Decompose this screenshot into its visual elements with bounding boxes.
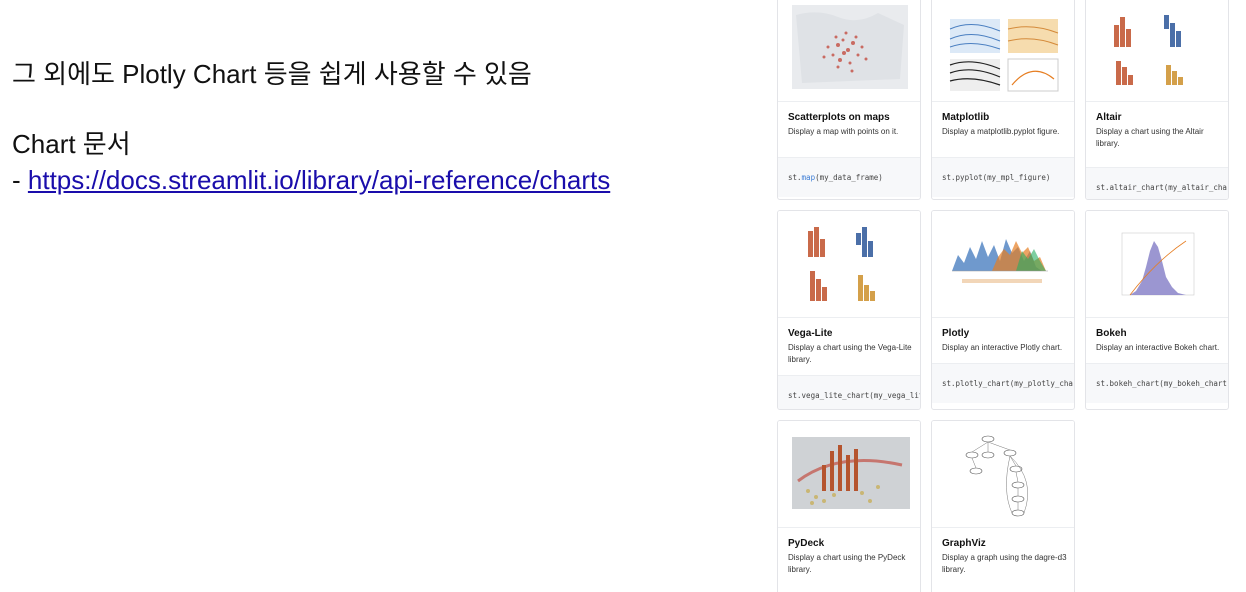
- chart-cards-grid: Scatterplots on maps Display a map with …: [776, 0, 1246, 592]
- slide-text: 그 외에도 Plotly Chart 등을 쉽게 사용할 수 있음 Chart …: [12, 56, 752, 198]
- dash-prefix: -: [12, 165, 28, 195]
- charts-doc-link[interactable]: https://docs.streamlit.io/library/api-re…: [28, 165, 610, 195]
- plotly-thumbnail: [932, 211, 1074, 318]
- card-code-snippet: st.map(my_data_frame): [778, 157, 920, 197]
- card-description: Display a chart using the Altair library…: [1096, 127, 1204, 148]
- card-pydeck[interactable]: PyDeck Display a chart using the PyDeck …: [777, 420, 921, 592]
- card-bokeh[interactable]: Bokeh Display an interactive Bokeh chart…: [1085, 210, 1229, 410]
- card-title: Scatterplots on maps: [788, 112, 890, 123]
- card-title: Altair: [1096, 112, 1122, 123]
- card-vega-lite[interactable]: Vega-Lite Display a chart using the Vega…: [777, 210, 921, 410]
- card-description: Display an interactive Bokeh chart.: [1096, 343, 1220, 352]
- card-graphviz[interactable]: GraphViz Display a graph using the dagre…: [931, 420, 1075, 592]
- pydeck-thumbnail: [778, 421, 920, 528]
- slide-line-plotly: 그 외에도 Plotly Chart 등을 쉽게 사용할 수 있음: [12, 59, 532, 89]
- card-code-snippet: st.pyplot(my_mpl_figure): [932, 157, 1074, 197]
- card-scatterplots-on-maps[interactable]: Scatterplots on maps Display a map with …: [777, 0, 921, 200]
- vega-lite-thumbnail: [778, 211, 920, 318]
- card-code-snippet: st.plotly_chart(my_plotly_chart): [932, 363, 1074, 403]
- card-code-snippet: st.bokeh_chart(my_bokeh_chart): [1086, 363, 1228, 403]
- card-plotly[interactable]: Plotly Display an interactive Plotly cha…: [931, 210, 1075, 410]
- card-description: Display a map with points on it.: [788, 127, 899, 136]
- card-altair[interactable]: Altair Display a chart using the Altair …: [1085, 0, 1229, 200]
- matplotlib-thumbnail: [932, 0, 1074, 102]
- card-description: Display a chart using the Vega-Lite libr…: [788, 343, 912, 364]
- card-code-snippet: st.vega_lite_chart(my_vega_lite_chart): [778, 375, 920, 409]
- card-code-snippet: st.altair_chart(my_altair_chart): [1086, 167, 1228, 199]
- map-thumbnail: [778, 0, 920, 102]
- slide-line-chart-docs: Chart 문서: [12, 129, 131, 159]
- altair-thumbnail: [1086, 0, 1228, 102]
- card-description: Display a matplotlib.pyplot figure.: [942, 127, 1060, 136]
- graphviz-thumbnail: [932, 421, 1074, 528]
- card-title: GraphViz: [942, 538, 986, 549]
- card-title: Bokeh: [1096, 328, 1127, 339]
- card-description: Display a chart using the PyDeck library…: [788, 553, 906, 574]
- card-description: Display an interactive Plotly chart.: [942, 343, 1063, 352]
- card-description: Display a graph using the dagre-d3 libra…: [942, 553, 1067, 574]
- card-matplotlib[interactable]: Matplotlib Display a matplotlib.pyplot f…: [931, 0, 1075, 200]
- card-title: Vega-Lite: [788, 328, 833, 339]
- bokeh-thumbnail: [1086, 211, 1228, 318]
- slide-line-link: - https://docs.streamlit.io/library/api-…: [12, 162, 752, 198]
- card-title: Plotly: [942, 328, 970, 339]
- card-title: PyDeck: [788, 538, 825, 549]
- card-title: Matplotlib: [942, 112, 990, 123]
